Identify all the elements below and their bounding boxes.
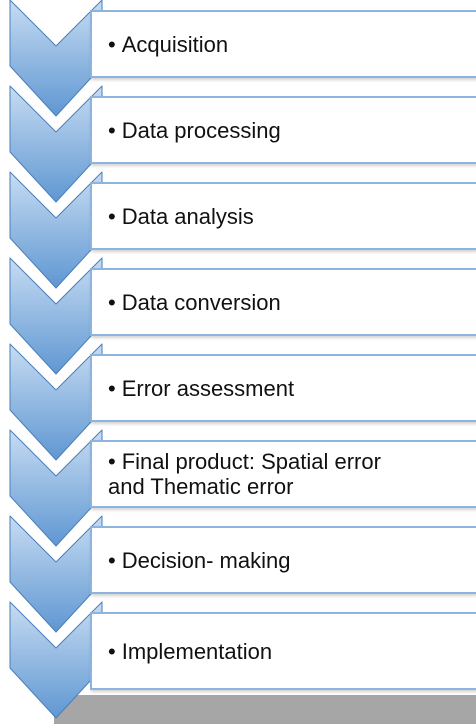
step-label-7: • Decision- making: [108, 547, 291, 573]
bullet-icon: •: [108, 375, 116, 401]
step-label-8: • Implementation: [108, 638, 273, 664]
bullet-icon: •: [108, 547, 116, 573]
process-diagram: • Acquisition • Data processing • Data anal…: [0, 0, 476, 724]
step-label-2: • Data processing: [108, 117, 281, 143]
bullet-icon: •: [108, 31, 116, 57]
step-label-4: • Data conversion: [108, 289, 281, 315]
bullet-icon: •: [108, 449, 116, 474]
bullet-icon: •: [108, 289, 116, 315]
step-box-7: • Decision- making: [90, 526, 476, 594]
bullet-icon: •: [108, 638, 116, 664]
bullet-icon: •: [108, 117, 116, 143]
step-label-6: • Final product: Spatial error and Themat…: [108, 449, 381, 499]
step-box-4: • Data conversion: [90, 268, 476, 336]
step-label-1: • Acquisition: [108, 31, 229, 57]
step-box-8: • Implementation: [90, 612, 476, 690]
bottom-bar: [54, 695, 476, 724]
step-box-2: • Data processing: [90, 96, 476, 164]
chevron-arrow-1: [9, 0, 103, 117]
step-box-3: • Data analysis: [90, 182, 476, 250]
step-label-3: • Data analysis: [108, 203, 254, 229]
step-label-5: • Error assessment: [108, 375, 295, 401]
step-box-1: • Acquisition: [90, 10, 476, 78]
step-box-6: • Final product: Spatial error and Themat…: [90, 440, 476, 508]
bullet-icon: •: [108, 203, 116, 229]
step-box-5: • Error assessment: [90, 354, 476, 422]
